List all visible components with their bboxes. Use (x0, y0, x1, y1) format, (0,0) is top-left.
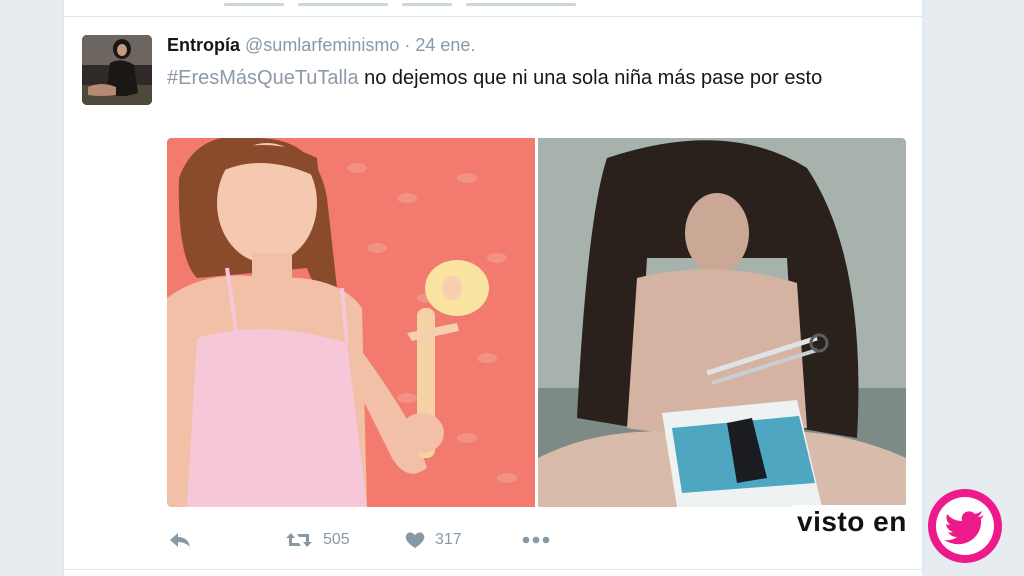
tweet-card: Entropía @sumlarfeminismo · 24 ene. #Ere… (63, 0, 923, 576)
hashtag-link[interactable]: #EresMásQueTuTalla (167, 67, 359, 89)
tweet-actions: 505 317 (167, 525, 647, 555)
left-photo (167, 138, 535, 507)
media-images (167, 138, 906, 507)
reply-button[interactable] (169, 525, 191, 555)
like-button[interactable]: 317 (405, 525, 462, 555)
like-count: 317 (435, 531, 462, 548)
previous-tweet-cutoff (224, 0, 644, 6)
more-button[interactable] (522, 525, 550, 555)
tweet-body: no dejemos que ni una sola niña más pase… (358, 67, 823, 89)
divider (64, 16, 922, 17)
tweet-date[interactable]: 24 ene. (415, 35, 475, 55)
author-name[interactable]: Entropía (167, 35, 240, 55)
avatar-photo (82, 35, 152, 105)
reply-icon (169, 531, 191, 549)
retweet-icon (285, 531, 313, 549)
twitter-bird-icon (926, 487, 1004, 565)
retweet-button[interactable]: 505 (285, 525, 350, 555)
divider (64, 569, 922, 570)
tweet-header: Entropía @sumlarfeminismo · 24 ene. (167, 34, 475, 56)
watermark-label: visto en (793, 505, 911, 539)
tweet-media[interactable] (167, 138, 906, 507)
retweet-count: 505 (323, 531, 350, 548)
tweet-text: #EresMásQueTuTalla no dejemos que ni una… (167, 62, 887, 94)
avatar[interactable] (82, 35, 152, 105)
author-handle[interactable]: @sumlarfeminismo (245, 35, 399, 55)
more-dots-icon (522, 536, 550, 544)
heart-icon (405, 531, 425, 549)
right-photo (538, 138, 906, 507)
header-separator: · (404, 35, 411, 55)
